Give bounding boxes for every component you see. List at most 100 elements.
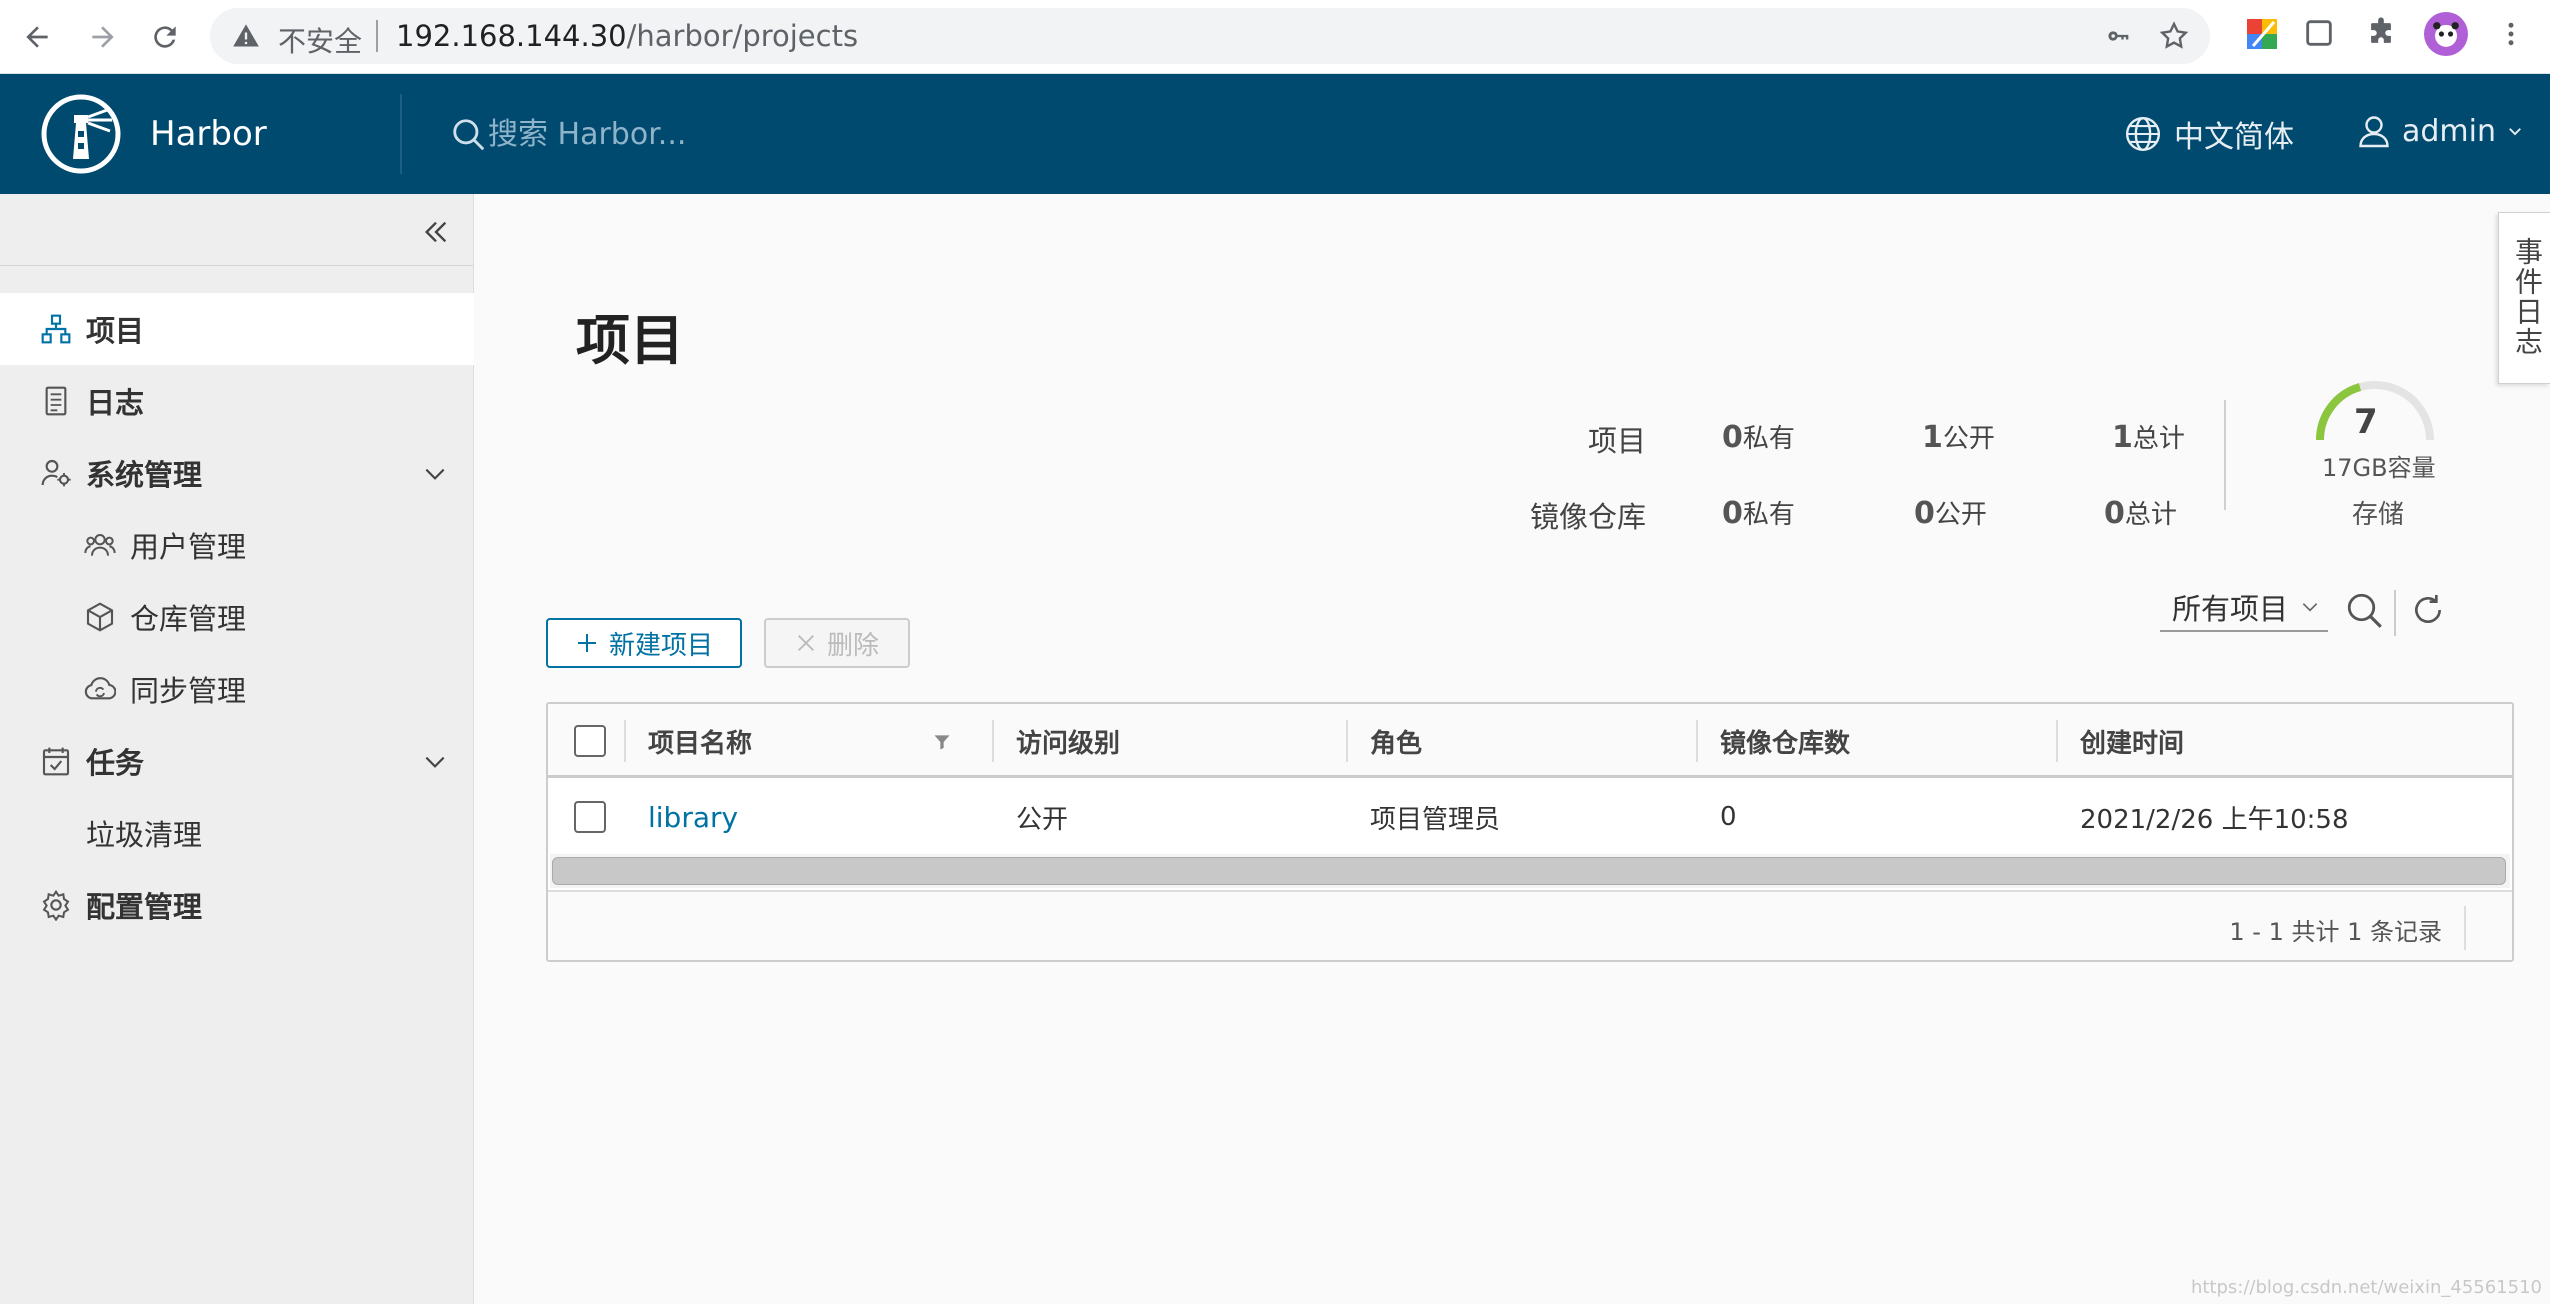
column-header-created[interactable]: 创建时间	[2080, 704, 2184, 778]
project-name-cell: library	[648, 781, 738, 853]
forward-arrow-icon	[92, 26, 114, 48]
forward-button[interactable]	[78, 12, 128, 62]
projects-table: 项目名称 访问级别 角色 镜像仓库数 创建时间 library 公开 项目管理员…	[546, 702, 2514, 962]
project-name-link[interactable]: library	[648, 801, 738, 834]
repos-total-stat: 0总计	[2104, 496, 2177, 531]
registry-icon	[86, 602, 114, 632]
column-header-repo-count[interactable]: 镜像仓库数	[1720, 704, 1850, 778]
extensions-puzzle-icon[interactable]	[2364, 16, 2398, 50]
repos-public-stat: 0公开	[1914, 496, 1987, 531]
cloud-sync-icon	[84, 677, 116, 700]
select-all-checkbox[interactable]	[574, 725, 606, 757]
browser-toolbar: 不安全 192.168.144.30/harbor/projects	[0, 0, 2550, 74]
column-header-name[interactable]: 项目名称	[648, 704, 752, 778]
horizontal-scrollbar[interactable]	[550, 854, 2510, 888]
header-divider	[400, 94, 402, 174]
color-extension-icon[interactable]	[2244, 16, 2280, 52]
user-menu[interactable]: admin	[2356, 112, 2524, 150]
address-separator	[376, 20, 378, 52]
sidebar-item-label: 垃圾清理	[86, 818, 203, 852]
storage-label: 存储	[2352, 500, 2405, 530]
chevron-down-icon[interactable]	[422, 461, 448, 487]
column-header-access[interactable]: 访问级别	[1016, 704, 1120, 778]
security-label: 不安全	[278, 25, 363, 58]
sidebar-item-label: 用户管理	[130, 530, 247, 564]
sidebar: 项目 日志 系统管理 用户管理 仓库管理 同步管理 任务 垃圾清理 配置管理	[0, 194, 474, 1304]
warning-icon	[233, 24, 259, 47]
back-button[interactable]	[12, 12, 62, 62]
collapse-double-chevron-icon[interactable]	[420, 216, 452, 248]
harbor-logo-icon[interactable]	[40, 93, 122, 175]
filter-value: 所有项目	[2172, 592, 2289, 626]
event-log-label: 事件日志	[2511, 237, 2544, 357]
plus-icon	[577, 634, 596, 652]
bookmark-star-icon[interactable]	[2158, 20, 2190, 52]
address-bar[interactable]: 不安全 192.168.144.30/harbor/projects	[210, 8, 2210, 64]
user-icon	[2359, 116, 2389, 148]
sidebar-item-config[interactable]: 配置管理	[0, 869, 474, 941]
projects-total-stat: 1总计	[2112, 420, 2185, 455]
new-project-label: 新建项目	[608, 629, 713, 660]
url-host: 192.168.144.30	[396, 19, 627, 53]
sidebar-item-label: 同步管理	[130, 674, 247, 708]
username: admin	[2402, 113, 2496, 149]
tab-square-icon[interactable]	[2302, 16, 2336, 50]
sidebar-item-projects[interactable]: 项目	[0, 293, 474, 365]
project-filter-select[interactable]: 所有项目	[2160, 584, 2328, 632]
back-arrow-icon	[26, 26, 48, 48]
tasks-icon	[42, 747, 70, 776]
sidebar-item-label: 仓库管理	[130, 602, 247, 636]
role-cell: 项目管理员	[1370, 804, 1501, 835]
column-separator	[2056, 720, 2058, 762]
summary-projects-label: 项目	[1588, 424, 1647, 458]
chevron-down-icon[interactable]	[422, 749, 448, 775]
key-icon[interactable]	[2104, 22, 2134, 50]
sidebar-item-label: 项目	[86, 314, 145, 348]
reload-button[interactable]	[140, 12, 190, 62]
delete-button[interactable]: 删除	[764, 618, 910, 668]
sidebar-item-logs[interactable]: 日志	[0, 365, 474, 437]
repo-count-cell: 0	[1720, 802, 1737, 832]
global-search-input[interactable]	[488, 110, 1088, 158]
language-label: 中文简体	[2174, 120, 2294, 155]
profile-avatar[interactable]	[2424, 12, 2468, 56]
users-icon	[84, 534, 116, 556]
search-icon	[453, 119, 485, 151]
brand-name[interactable]: Harbor	[150, 114, 267, 154]
event-log-tab[interactable]: 事件日志	[2498, 212, 2550, 384]
sidebar-item-replications[interactable]: 同步管理	[0, 653, 474, 725]
row-select-cell	[574, 781, 606, 853]
admin-icon	[41, 459, 71, 487]
sidebar-item-gc[interactable]: 垃圾清理	[0, 797, 474, 869]
summary-divider	[2224, 400, 2226, 510]
sidebar-item-label: 日志	[86, 386, 145, 420]
created-time-cell: 2021/2/26 上午10:58	[2080, 804, 2349, 835]
gear-icon	[42, 889, 70, 921]
logs-icon	[45, 386, 67, 416]
chevron-down-icon	[2302, 603, 2318, 612]
footer-separator	[2464, 906, 2466, 950]
search-icon[interactable]	[2344, 590, 2386, 632]
sidebar-item-label: 系统管理	[86, 458, 203, 492]
sidebar-item-admin[interactable]: 系统管理	[0, 437, 474, 509]
more-menu-icon[interactable]	[2496, 16, 2526, 52]
pagination-summary: 1 - 1 共计 1 条记录	[2229, 918, 2442, 946]
filter-funnel-icon[interactable]	[932, 732, 952, 752]
sidebar-item-label: 任务	[86, 746, 145, 780]
url-text: 192.168.144.30/harbor/projects	[396, 19, 858, 53]
scrollbar-thumb[interactable]	[552, 857, 2506, 885]
column-header-role[interactable]: 角色	[1370, 704, 1422, 778]
sidebar-item-tasks[interactable]: 任务	[0, 725, 474, 797]
table-row: library 公开 项目管理员 0 2021/2/26 上午10:58	[548, 781, 2512, 853]
table-header: 项目名称 访问级别 角色 镜像仓库数 创建时间	[548, 704, 2512, 778]
language-selector[interactable]: 中文简体	[2124, 112, 2294, 156]
new-project-button[interactable]: 新建项目	[546, 618, 742, 668]
app-header: Harbor 中文简体 admin	[0, 74, 2550, 194]
projects-icon	[41, 314, 71, 344]
sidebar-item-users[interactable]: 用户管理	[0, 509, 474, 581]
row-checkbox[interactable]	[574, 801, 606, 833]
refresh-icon[interactable]	[2408, 590, 2448, 630]
column-separator	[1696, 720, 1698, 762]
chevron-down-icon	[2509, 128, 2521, 136]
sidebar-item-registries[interactable]: 仓库管理	[0, 581, 474, 653]
